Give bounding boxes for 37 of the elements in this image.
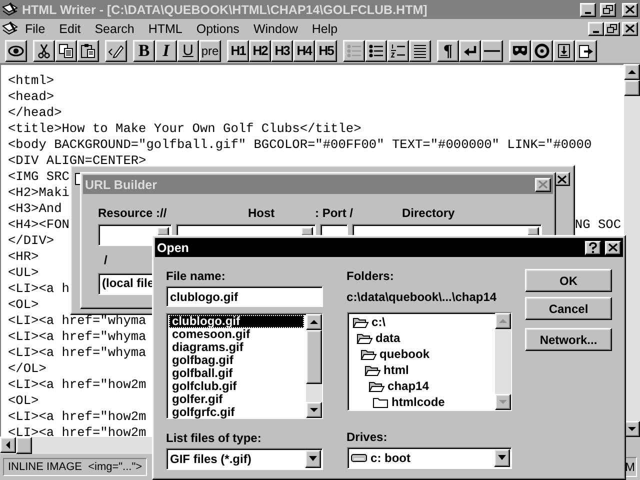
code-line: <OL> (8, 393, 39, 409)
separator-label: / (104, 253, 108, 267)
code-line: </DIV> (8, 233, 54, 249)
code-line: </OL> (8, 361, 46, 377)
field-label: Drives: (346, 430, 388, 444)
window-title: Open (157, 240, 190, 254)
window-title: HTML Writer - [C:\DATA\QUEBOOK\HTML\CHAP14\GOLFCLUB.HTM] (22, 2, 428, 16)
code-line: <head> (8, 89, 54, 105)
field-label: Directory (402, 206, 455, 220)
code-line: <html> (8, 73, 54, 89)
field-label: Resource :// (98, 206, 167, 220)
code-line: <body BACKGROUND="golfball.gif" BGCOLOR="#00FF00" TEXT="#000000" LINK="#0000 (8, 137, 592, 153)
code-line: <H2>Maki (8, 185, 70, 201)
code-line: <LI><a href="how2m (8, 377, 146, 393)
code-line: <LI><a h (8, 281, 70, 297)
field-label: List files of type: (166, 431, 262, 445)
status-text: INLINE IMAGE <img="..."> (3, 458, 148, 476)
code-line: <LI><a href="whyma (8, 313, 146, 329)
code-line: <LI><a href="whyma (8, 345, 146, 361)
code-line: <LI><a href="whyma (8, 329, 146, 345)
code-line: NG SOC (574, 217, 622, 233)
code-line: <OL> (8, 297, 39, 313)
folder-path: c:\data\quebook\...\chap14 (346, 290, 498, 304)
code-line: <LI><a href="how2m (8, 409, 146, 425)
field-label: Host (248, 206, 275, 220)
code-line: <H4><FON (8, 217, 70, 233)
code-line: <HR> (8, 249, 39, 265)
code-line: <UL> (8, 265, 39, 281)
code-line: <DIV ALIGN=CENTER> (8, 153, 146, 169)
window-title: URL Builder (85, 178, 158, 192)
code-line: <IMG SRC (8, 169, 70, 185)
field-label: Folders: (346, 269, 395, 283)
code-line: <title>How to Make Your Own Golf Clubs</title> (8, 121, 362, 137)
code-line: <LI><a href="how2m (8, 425, 146, 436)
field-label: : Port / (315, 206, 353, 220)
code-line: </head> (8, 105, 62, 121)
code-line: <H3>And (8, 201, 62, 217)
